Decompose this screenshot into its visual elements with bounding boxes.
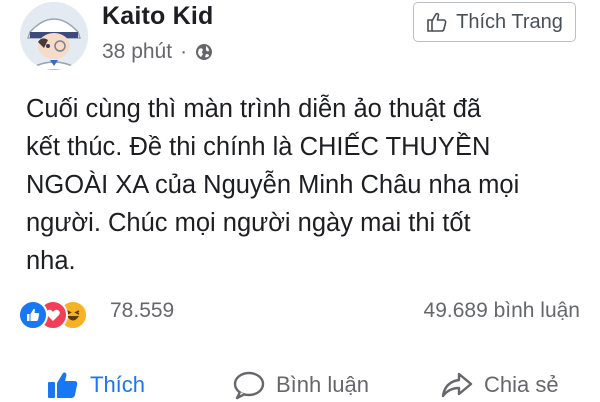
author-name[interactable]: Kaito Kid <box>102 2 214 31</box>
post-stats: 78.559 49.689 bình luận <box>18 296 580 330</box>
comment-count[interactable]: 49.689 bình luận <box>424 299 580 323</box>
post-text-line: nha. <box>26 247 76 275</box>
reaction-icons[interactable] <box>18 298 88 330</box>
thumbs-up-icon <box>48 372 78 398</box>
post-header: Kaito Kid 38 phút · Thích Trang <box>18 0 588 80</box>
post-text-line: Cuối cùng thì màn trình diễn ảo thuật đã <box>26 95 482 123</box>
like-label: Thích <box>90 372 146 397</box>
thumbs-up-outline-icon <box>427 12 447 32</box>
comment-button[interactable]: Bình luận <box>232 368 369 402</box>
post-text-line: kết thúc. Đề thi chính là CHIẾC THUYỀN <box>26 133 491 161</box>
share-button[interactable]: Chia sẻ <box>440 368 559 402</box>
avatar-image <box>20 2 88 70</box>
like-page-button[interactable]: Thích Trang <box>413 2 576 42</box>
globe-icon <box>196 44 213 60</box>
comment-icon <box>233 371 265 400</box>
share-icon <box>441 372 473 398</box>
share-label: Chia sẻ <box>484 372 559 397</box>
post-meta: 38 phút · <box>102 40 213 64</box>
action-bar: Thích Bình luận Chia sẻ <box>0 360 600 400</box>
meta-separator: · <box>180 40 188 63</box>
reaction-count[interactable]: 78.559 <box>110 299 174 323</box>
comment-label: Bình luận <box>276 372 369 397</box>
post-text-line: NGOÀI XA của Nguyễn Minh Châu nha mọi <box>26 171 520 199</box>
avatar[interactable] <box>20 2 88 70</box>
post-time[interactable]: 38 phút <box>102 40 172 64</box>
post-text-line: người. Chúc mọi người ngày mai thi tốt <box>26 209 471 237</box>
like-page-label: Thích Trang <box>456 10 563 33</box>
like-icon <box>18 300 48 330</box>
like-button[interactable]: Thích <box>46 368 145 402</box>
post-text: Cuối cùng thì màn trình diễn ảo thuật đã… <box>26 90 586 280</box>
